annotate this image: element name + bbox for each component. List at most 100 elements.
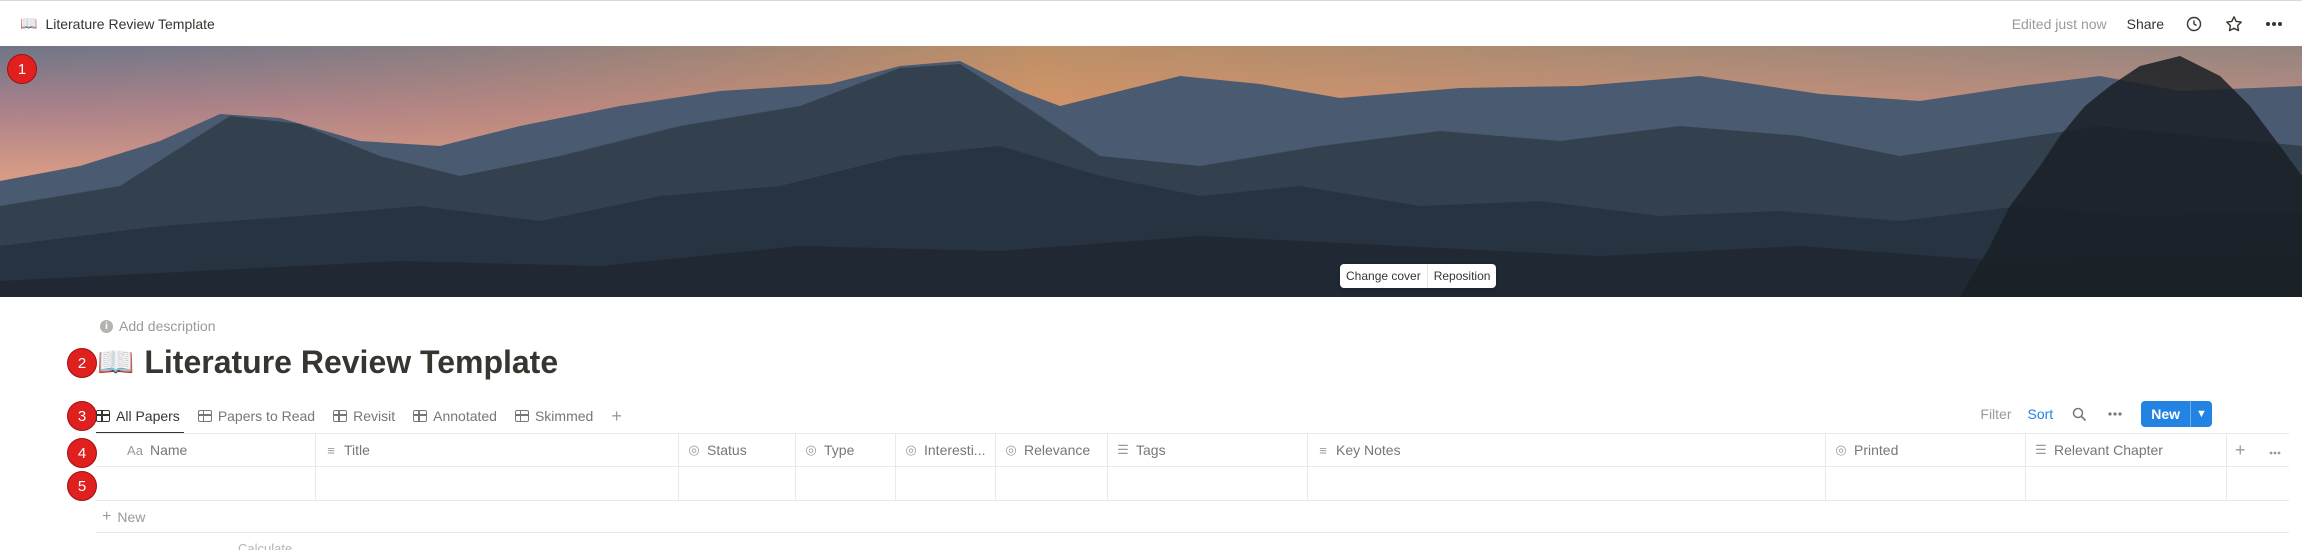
add-column-button[interactable]: + [2235,440,2246,461]
column-label: Name [150,442,188,458]
cell [2227,467,2289,500]
cell[interactable] [1826,467,2026,500]
column-interesting[interactable]: ◎ Interesti... [896,434,996,466]
cell[interactable] [996,467,1108,500]
tab-all-papers[interactable]: All Papers [96,398,184,434]
add-view-button[interactable]: + [611,406,622,427]
tab-papers-to-read[interactable]: Papers to Read [197,398,316,434]
cover-image: Change cover Reposition [0,46,2302,297]
text-icon: ≡ [327,442,335,458]
edited-status: Edited just now [2011,16,2107,32]
column-printed[interactable]: ◎ Printed [1826,434,2026,466]
book-icon[interactable]: 📖 [97,345,134,380]
table-icon [413,410,428,422]
page-title-text[interactable]: Literature Review Template [144,344,558,381]
info-icon: i [100,319,113,333]
share-button[interactable]: Share [2127,16,2164,32]
add-row-label: New [117,508,146,525]
view-actions: Filter Sort New ▼ [1980,400,2212,428]
page-title[interactable]: 📖 Literature Review Template [97,344,558,381]
book-icon: 📖 [20,15,38,31]
column-key-notes[interactable]: ≡ Key Notes [1308,434,1826,466]
cover-actions: Change cover Reposition [1340,264,1497,288]
star-icon[interactable] [2224,14,2244,34]
annotation-marker-3: 3 [67,401,97,431]
view-tabs: All Papers Papers to Read Revisit Annota… [96,398,622,434]
column-name[interactable]: Aa Name [96,434,316,466]
add-row-button[interactable]: + New [96,501,2289,533]
column-label: Title [344,442,370,458]
column-type[interactable]: ◎ Type [796,434,896,466]
select-icon: ◎ [688,442,700,457]
reposition-button[interactable]: Reposition [1426,264,1497,288]
text-type-icon: Aa [127,442,143,458]
table-icon [514,410,529,422]
calculate-button[interactable]: Calculate ⌄ [238,541,307,550]
column-relevance[interactable]: ◎ Relevance [996,434,1108,466]
select-icon: ◎ [905,442,917,457]
column-label: Relevance [1024,442,1091,458]
column-tags[interactable]: ☰ Tags [1108,434,1308,466]
cell[interactable] [1308,467,1826,500]
cell[interactable] [679,467,796,500]
more-icon[interactable] [2269,442,2281,458]
annotation-marker-2: 2 [67,348,97,378]
tab-label: Papers to Read [217,408,316,424]
sort-button[interactable]: Sort [2028,406,2054,422]
table-icon [333,410,348,422]
breadcrumb-title[interactable]: Literature Review Template [45,16,214,32]
select-icon: ◎ [1005,442,1017,457]
tab-revisit[interactable]: Revisit [333,398,395,434]
column-label: Key Notes [1336,442,1401,458]
column-label: Status [707,442,747,458]
new-button[interactable]: New ▼ [2141,401,2212,427]
column-relevant-chapter[interactable]: ☰ Relevant Chapter [2026,434,2227,466]
add-description-label: Add description [119,318,216,334]
table-row[interactable] [96,467,2289,501]
tab-label: Revisit [353,408,396,424]
multi-select-icon: ☰ [1117,442,1129,457]
table-header: Aa Name ≡ Title ◎ Status ◎ Type ◎ Intere… [96,433,2289,467]
table-icon [197,410,212,422]
column-label: Relevant Chapter [2054,442,2163,458]
cell[interactable] [2026,467,2227,500]
tab-label: Annotated [433,408,497,424]
database-table: Aa Name ≡ Title ◎ Status ◎ Type ◎ Intere… [96,433,2289,533]
more-icon[interactable] [2264,14,2284,34]
cell[interactable] [896,467,996,500]
new-button-label[interactable]: New [2141,401,2190,427]
select-icon: ◎ [1835,442,1847,457]
annotation-marker-5: 5 [67,471,97,501]
cell[interactable] [96,467,316,500]
chevron-down-icon[interactable]: ▼ [2190,401,2212,427]
annotation-marker-4: 4 [67,438,97,468]
chevron-down-icon: ⌄ [295,541,307,550]
tab-skimmed[interactable]: Skimmed [514,398,594,434]
tab-label: All Papers [116,408,180,424]
column-title[interactable]: ≡ Title [316,434,679,466]
annotation-marker-1: 1 [7,54,37,84]
more-icon[interactable] [2105,404,2125,424]
cell[interactable] [796,467,896,500]
table-icon [96,410,110,422]
column-label: Type [824,442,855,458]
top-bar: 📖 Literature Review Template Edited just… [0,0,2302,46]
add-description[interactable]: i Add description [100,318,216,334]
tab-label: Skimmed [534,408,594,424]
search-icon[interactable] [2069,404,2089,424]
breadcrumb[interactable]: 📖 Literature Review Template [20,15,215,32]
cell[interactable] [316,467,679,500]
column-label: Printed [1854,442,1899,458]
cell[interactable] [1108,467,1308,500]
multi-select-icon: ☰ [2035,442,2047,457]
calculate-label: Calculate [238,541,293,550]
column-label: Interesti... [924,442,986,458]
column-actions: + [2227,434,2289,466]
filter-button[interactable]: Filter [1980,406,2011,422]
change-cover-button[interactable]: Change cover [1340,264,1427,288]
column-status[interactable]: ◎ Status [679,434,796,466]
tab-annotated[interactable]: Annotated [413,398,497,434]
plus-icon: + [102,507,112,525]
column-label: Tags [1136,442,1166,458]
clock-icon[interactable] [2184,14,2204,34]
